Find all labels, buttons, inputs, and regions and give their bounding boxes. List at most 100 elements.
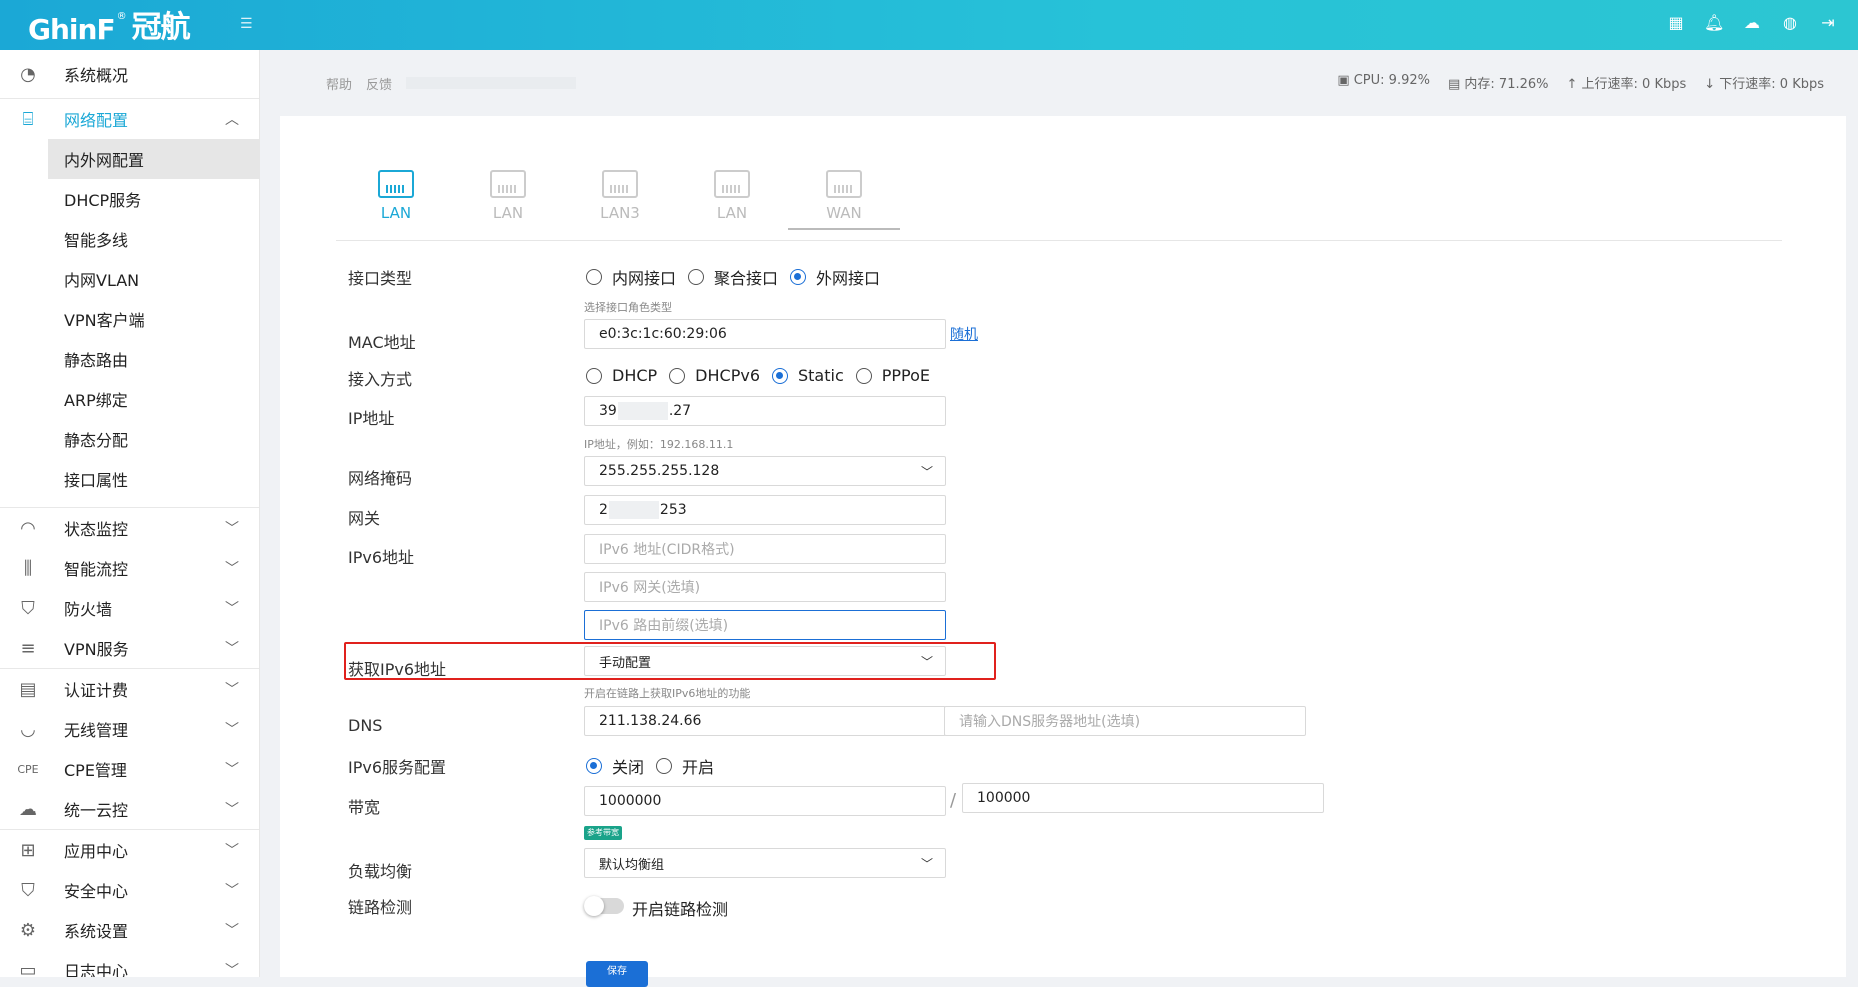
ip-input[interactable]: 39.27 (584, 396, 946, 426)
sidebar-sub-static-alloc[interactable]: 静态分配 (0, 419, 259, 459)
sidebar: ◔ 系统概况 ⌸ 网络配置 ︿ 内外网配置 DHCP服务 智能多线 内网VLAN VP… (0, 50, 260, 977)
help-link[interactable]: 帮助 (326, 74, 352, 93)
radio-dhcpv6[interactable]: DHCPv6 (669, 366, 760, 385)
radio-wan-iface[interactable]: 外网接口 (790, 265, 880, 289)
ipv6-gateway-input[interactable]: IPv6 网关(选填) (584, 572, 946, 602)
apps-icon: ⊞ (20, 839, 36, 861)
sidebar-item-firewall[interactable]: ⛉ 防火墙 ﹀ (0, 588, 259, 628)
radio-lan-iface[interactable]: 内网接口 (586, 265, 676, 289)
dns-secondary-input[interactable]: 请输入DNS服务器地址(选填) (944, 706, 1306, 736)
radio-static[interactable]: Static (772, 366, 844, 385)
radio-pppoe[interactable]: PPPoE (855, 366, 930, 385)
get-ipv6-select[interactable]: 手动配置 ﹀ (584, 646, 946, 676)
globe-icon[interactable]: ◍ (1780, 13, 1800, 32)
link-detect-label: 链路检测 (348, 898, 413, 917)
tab-port-2[interactable]: LAN (452, 170, 564, 230)
sidebar-item-wireless[interactable]: ◡ 无线管理 ﹀ (0, 709, 259, 749)
port-tabs: LAN LAN LAN3 LAN WAN (340, 170, 900, 230)
sidebar-item-security[interactable]: ⛉ 安全中心 ﹀ (0, 870, 259, 910)
tab-port-4[interactable]: LAN (676, 170, 788, 230)
gateway-input[interactable]: 2 253 (584, 495, 946, 525)
cloud-icon[interactable]: ☁ (1742, 13, 1762, 32)
link-detect-toggle-label: 开启链路检测 (632, 900, 729, 919)
sidebar-item-cpe[interactable]: CPE CPE管理 ﹀ (0, 749, 259, 789)
iface-type-radios: 内网接口 聚合接口 外网接口 (586, 265, 892, 289)
chevron-up-icon: ︿ (225, 112, 239, 128)
log-icon: ▭ (19, 959, 37, 978)
sidebar-item-vpn[interactable]: ≡ VPN服务 ﹀ (0, 628, 259, 668)
ethernet-port-icon (714, 170, 750, 198)
mac-input[interactable]: e0:3c:1c:60:29:06 (584, 319, 946, 349)
mem-stat: ▤ 内存: 71.26% (1447, 77, 1549, 92)
ethernet-port-icon (490, 170, 526, 198)
chevron-down-icon: ﹀ (225, 923, 239, 939)
access-label: 接入方式 (348, 370, 413, 389)
save-button[interactable]: 保存 (586, 961, 648, 987)
sidebar-sub-arp[interactable]: ARP绑定 (0, 379, 259, 419)
sidebar-sub-iface-attr[interactable]: 接口属性 (0, 459, 259, 499)
tab-port-3[interactable]: LAN3 (564, 170, 676, 230)
sidebar-sub-wan-lan[interactable]: 内外网配置 (48, 139, 259, 179)
sidebar-item-auth[interactable]: ▤ 认证计费 ﹀ (0, 669, 259, 709)
chevron-down-icon: ﹀ (225, 762, 239, 778)
mask-label: 网络掩码 (348, 469, 413, 488)
gauge-icon: ◠ (20, 517, 36, 539)
bandwidth-label: 带宽 (348, 798, 381, 817)
bell-icon[interactable]: 🔔︎ (1704, 13, 1724, 32)
vpn-icon: ≡ (20, 637, 36, 659)
get-ipv6-hint: 开启在链路上获取IPv6地址的功能 (584, 687, 751, 700)
radio-agg-iface[interactable]: 聚合接口 (688, 265, 778, 289)
sidebar-sub-static-route[interactable]: 静态路由 (0, 339, 259, 379)
bandwidth-separator: / (950, 790, 957, 811)
reference-bandwidth-badge[interactable]: 参考带宽 (584, 826, 622, 840)
sidebar-sub-multiline[interactable]: 智能多线 (0, 219, 259, 259)
bandwidth-up-input[interactable]: 1000000 (584, 786, 946, 816)
qrcode-icon[interactable]: ▦ (1666, 13, 1686, 32)
sidebar-item-apps[interactable]: ⊞ 应用中心 ﹀ (0, 830, 259, 870)
logout-icon[interactable]: ⇥ (1818, 13, 1838, 32)
mask-select[interactable]: 255.255.255.128 ﹀ (584, 456, 946, 486)
sidebar-sub-vpn-client[interactable]: VPN客户端 (0, 299, 259, 339)
router-icon: ⌸ (22, 108, 34, 130)
tab-divider (336, 240, 1782, 241)
top-bar: GhinF ® 冠航 ☰ ▦ 🔔︎ ☁ ◍ ⇥ (0, 0, 1858, 50)
cloud-icon: ☁ (19, 798, 37, 820)
radio-ipv6-off[interactable]: 关闭 (586, 754, 644, 778)
sidebar-item-network[interactable]: ⌸ 网络配置 ︿ (0, 99, 259, 139)
dashboard-icon: ◔ (20, 63, 36, 85)
chevron-down-icon: ﹀ (225, 843, 239, 859)
chevron-down-icon: ﹀ (225, 521, 239, 537)
sidebar-item-overview[interactable]: ◔ 系统概况 (0, 50, 259, 98)
system-stats: ▣ CPU: 9.92% ▤ 内存: 71.26% ↑ 上行速率: 0 Kbps… (1337, 73, 1824, 92)
ip-label: IP地址 (348, 409, 395, 428)
chevron-down-icon: ﹀ (920, 464, 933, 479)
radio-ipv6-on[interactable]: 开启 (656, 754, 714, 778)
ipv6-address-input[interactable]: IPv6 地址(CIDR格式) (584, 534, 946, 564)
menu-toggle-icon[interactable]: ☰ (240, 16, 253, 32)
bandwidth-down-input[interactable]: 100000 (962, 783, 1324, 813)
sidebar-item-log[interactable]: ▭ 日志中心 ﹀ (0, 950, 259, 978)
ethernet-port-icon (826, 170, 862, 198)
redacted-text (617, 402, 668, 420)
random-mac-link[interactable]: 随机 (950, 324, 978, 344)
sidebar-item-traffic[interactable]: ⫼ 智能流控 ﹀ (0, 548, 259, 588)
tab-port-1[interactable]: LAN (340, 170, 452, 230)
load-balance-select[interactable]: 默认均衡组 ﹀ (584, 848, 946, 878)
dns-primary-input[interactable]: 211.138.24.66 (584, 706, 946, 736)
link-detect-toggle[interactable] (584, 896, 624, 916)
redacted-text (608, 501, 659, 519)
sidebar-item-monitor[interactable]: ◠ 状态监控 ﹀ (0, 508, 259, 548)
ipv6-prefix-input[interactable]: IPv6 路由前缀(选填) (584, 610, 946, 640)
sidebar-item-cloud[interactable]: ☁ 统一云控 ﹀ (0, 789, 259, 829)
feedback-link[interactable]: 反馈 (366, 74, 392, 93)
sidebar-sub-dhcp[interactable]: DHCP服务 (0, 179, 259, 219)
sidebar-sub-vlan[interactable]: 内网VLAN (0, 259, 259, 299)
get-ipv6-label: 获取IPv6地址 (348, 660, 447, 679)
tab-port-wan[interactable]: WAN (788, 170, 900, 230)
radio-dhcp[interactable]: DHCP (586, 366, 657, 385)
sliders-icon: ⫼ (23, 557, 33, 579)
access-radios: DHCP DHCPv6 Static PPPoE (586, 366, 942, 385)
chevron-down-icon: ﹀ (225, 802, 239, 818)
sidebar-item-settings[interactable]: ⚙ 系统设置 ﹀ (0, 910, 259, 950)
dns-label: DNS (348, 716, 383, 735)
